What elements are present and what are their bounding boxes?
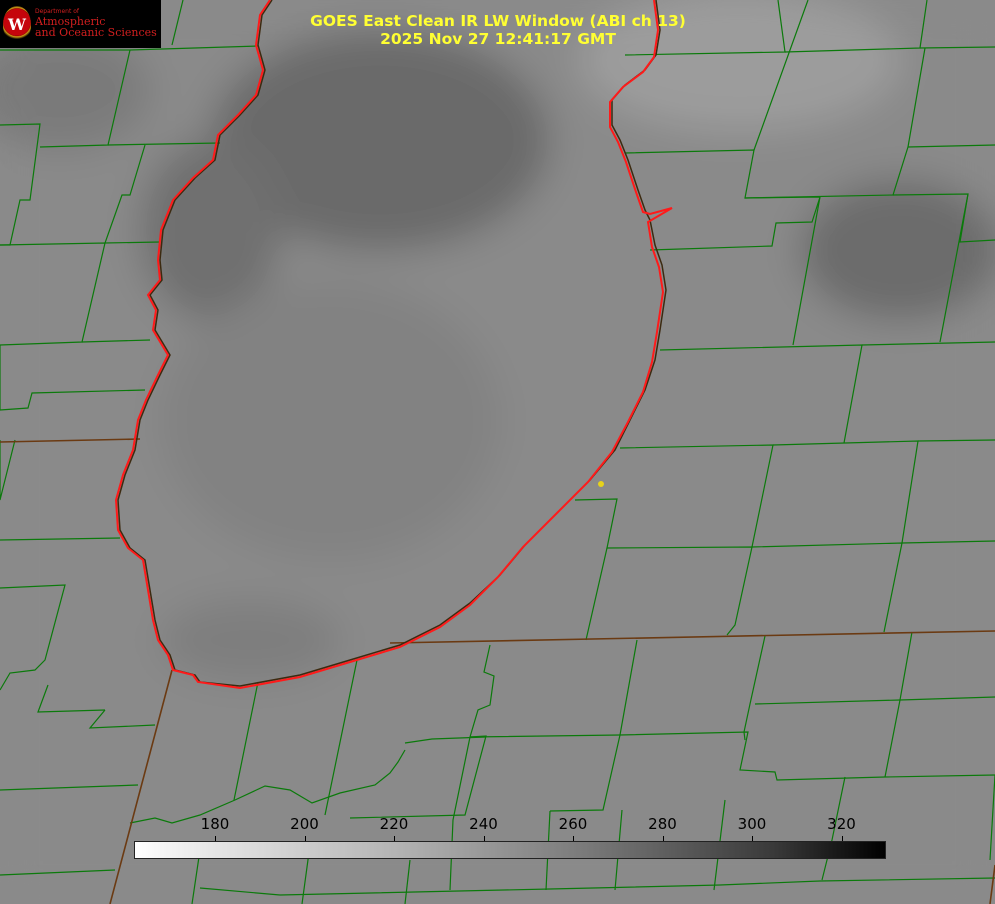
colorbar-tick-mark — [573, 836, 574, 841]
image-timestamp: 2025 Nov 27 12:41:17 GMT — [380, 30, 616, 48]
logo-line2: and Oceanic Sciences — [35, 26, 157, 40]
colorbar-tick-mark — [483, 836, 485, 841]
image-title: GOES East Clean IR LW Window (ABI ch 13) — [310, 12, 686, 30]
ir-imagery — [0, 0, 995, 904]
uw-aos-logo: W Department of Atmospheric and Oceanic … — [0, 0, 161, 48]
site-marker-icon — [598, 481, 604, 487]
colorbar-tick-label: 320 — [827, 815, 856, 833]
satellite-map — [0, 0, 995, 904]
colorbar-tick-label: 220 — [379, 815, 409, 833]
colorbar-tick-label: 280 — [648, 815, 677, 833]
colorbar — [134, 841, 886, 859]
colorbar-tick-label: 300 — [737, 815, 767, 833]
colorbar-tick-mark — [215, 836, 216, 841]
colorbar-tick-mark — [304, 836, 306, 841]
uw-crest-icon: W — [3, 6, 31, 42]
colorbar-tick-label: 180 — [200, 815, 230, 833]
colorbar-tick-mark — [394, 836, 395, 841]
colorbar-tick-mark — [752, 836, 753, 841]
colorbar-tick-label: 260 — [558, 815, 588, 833]
colorbar-tick-mark — [662, 836, 664, 841]
logo-text: Department of Atmospheric and Oceanic Sc… — [35, 8, 157, 40]
colorbar-tick-mark — [841, 836, 843, 841]
colorbar-tick-label: 200 — [290, 815, 319, 833]
colorbar-tick-label: 240 — [469, 815, 498, 833]
